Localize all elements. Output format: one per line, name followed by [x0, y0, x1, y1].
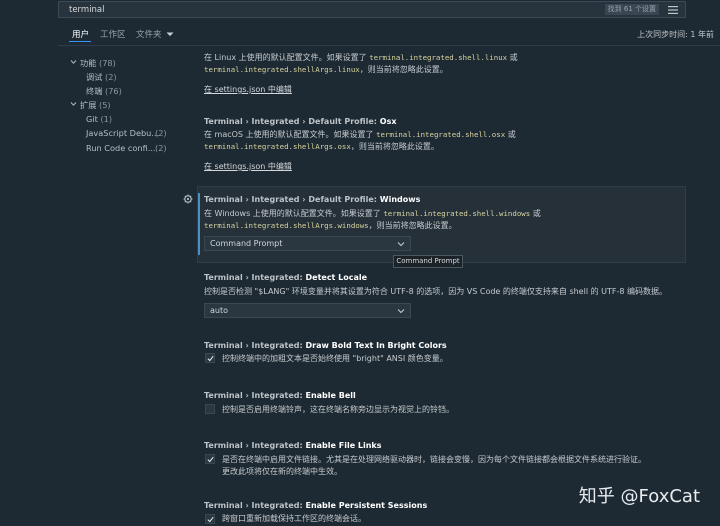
setting-description: 在 Windows 上使用的默认配置文件。如果设置了 terminal.inte…	[204, 209, 541, 218]
checkmark-icon	[207, 355, 214, 362]
chevron-down-icon[interactable]	[166, 31, 174, 37]
setting-title: Terminal › Integrated › Default Profile:…	[204, 195, 421, 204]
setting-description: 在 macOS 上使用的默认配置文件。如果设置了 terminal.integr…	[204, 130, 516, 139]
gear-icon[interactable]	[183, 194, 193, 204]
tab-folder[interactable]: 文件夹	[136, 28, 162, 40]
setting-description: 跨窗口重新加载保持工作区的终端会话。	[222, 514, 366, 523]
dropdown-value: auto	[210, 306, 229, 315]
search-input[interactable]	[69, 3, 569, 16]
filter-icon[interactable]	[667, 5, 679, 15]
tooltip: Command Prompt	[393, 255, 463, 268]
enable-file-links-checkbox[interactable]	[205, 454, 215, 464]
focus-indicator	[198, 193, 200, 255]
result-count-badge: 找到 61 个设置	[604, 4, 659, 15]
checkmark-icon	[207, 516, 214, 523]
detect-locale-dropdown[interactable]: auto	[204, 303, 411, 318]
default-profile-windows-dropdown[interactable]: Command Prompt	[204, 236, 411, 251]
setting-title: Terminal › Integrated: Enable Bell	[204, 391, 356, 400]
toc-item-run-code[interactable]: Run Code confi...	[86, 143, 156, 153]
active-tab-indicator	[69, 41, 91, 42]
search-bar: 找到 61 个设置	[58, 1, 686, 18]
setting-description: 是否在终端中启用文件链接。尤其是在处理网络驱动器时，链接会变慢，因为每个文件链接…	[222, 455, 646, 464]
divider	[58, 45, 720, 46]
edit-in-settings-json-link[interactable]: 在 settings.json 中编辑	[204, 161, 292, 172]
checkmark-icon	[207, 456, 214, 463]
draw-bold-checkbox[interactable]	[205, 353, 215, 363]
toc-count: (2)	[155, 143, 167, 153]
dropdown-value: Command Prompt	[210, 239, 283, 248]
sync-status: 上次同步时间: 1 年前	[637, 30, 714, 39]
tab-workspace[interactable]: 工作区	[100, 28, 126, 40]
toc-item-features[interactable]: 功能 (78)	[80, 57, 116, 69]
setting-description: terminal.integrated.shellArgs.linux，则当前将…	[204, 65, 448, 74]
setting-description: terminal.integrated.shellArgs.windows，则当…	[204, 221, 457, 230]
watermark: 知乎 @FoxCat	[578, 486, 700, 507]
toc-item-debug[interactable]: 调试 (2)	[86, 71, 117, 83]
setting-title: Terminal › Integrated: Draw Bold Text In…	[204, 341, 447, 350]
chevron-down-icon	[397, 309, 405, 314]
setting-title: Terminal › Integrated: Enable Persistent…	[204, 501, 428, 510]
toc-item-git[interactable]: Git (1)	[86, 114, 112, 124]
chevron-down-icon	[397, 242, 405, 247]
persistent-sessions-checkbox[interactable]	[205, 514, 215, 524]
setting-title: Terminal › Integrated: Enable File Links	[204, 441, 382, 450]
setting-description: 更改此项将仅在新的终端中生效。	[222, 467, 342, 476]
setting-description: 控制是否检测 "$LANG" 环境变量并将其设置为符合 UTF-8 的选项，因为…	[204, 287, 667, 296]
chevron-down-icon[interactable]	[70, 101, 77, 107]
setting-title: Terminal › Integrated › Default Profile:…	[204, 117, 397, 126]
toc-item-javascript-debug[interactable]: JavaScript Debu...	[86, 128, 159, 138]
setting-description: 在 Linux 上使用的默认配置文件。如果设置了 terminal.integr…	[204, 53, 518, 62]
tab-user[interactable]: 用户	[72, 28, 89, 40]
setting-description: 控制是否启用终端铃声，这在终端名称旁边显示为视觉上的铃铛。	[222, 405, 454, 414]
toc-item-terminal[interactable]: 终端 (76)	[86, 85, 122, 97]
edit-in-settings-json-link[interactable]: 在 settings.json 中编辑	[204, 84, 292, 95]
chevron-down-icon[interactable]	[70, 59, 77, 65]
setting-description: 控制终端中的加粗文本是否始终使用 "bright" ANSI 颜色变量。	[222, 354, 448, 363]
toc-count: (2)	[155, 128, 167, 138]
toc-item-extensions[interactable]: 扩展 (5)	[80, 99, 111, 111]
setting-title: Terminal › Integrated: Detect Locale	[204, 273, 368, 282]
enable-bell-checkbox[interactable]	[205, 404, 215, 414]
setting-description: terminal.integrated.shellArgs.osx，则当前将忽略…	[204, 142, 439, 151]
